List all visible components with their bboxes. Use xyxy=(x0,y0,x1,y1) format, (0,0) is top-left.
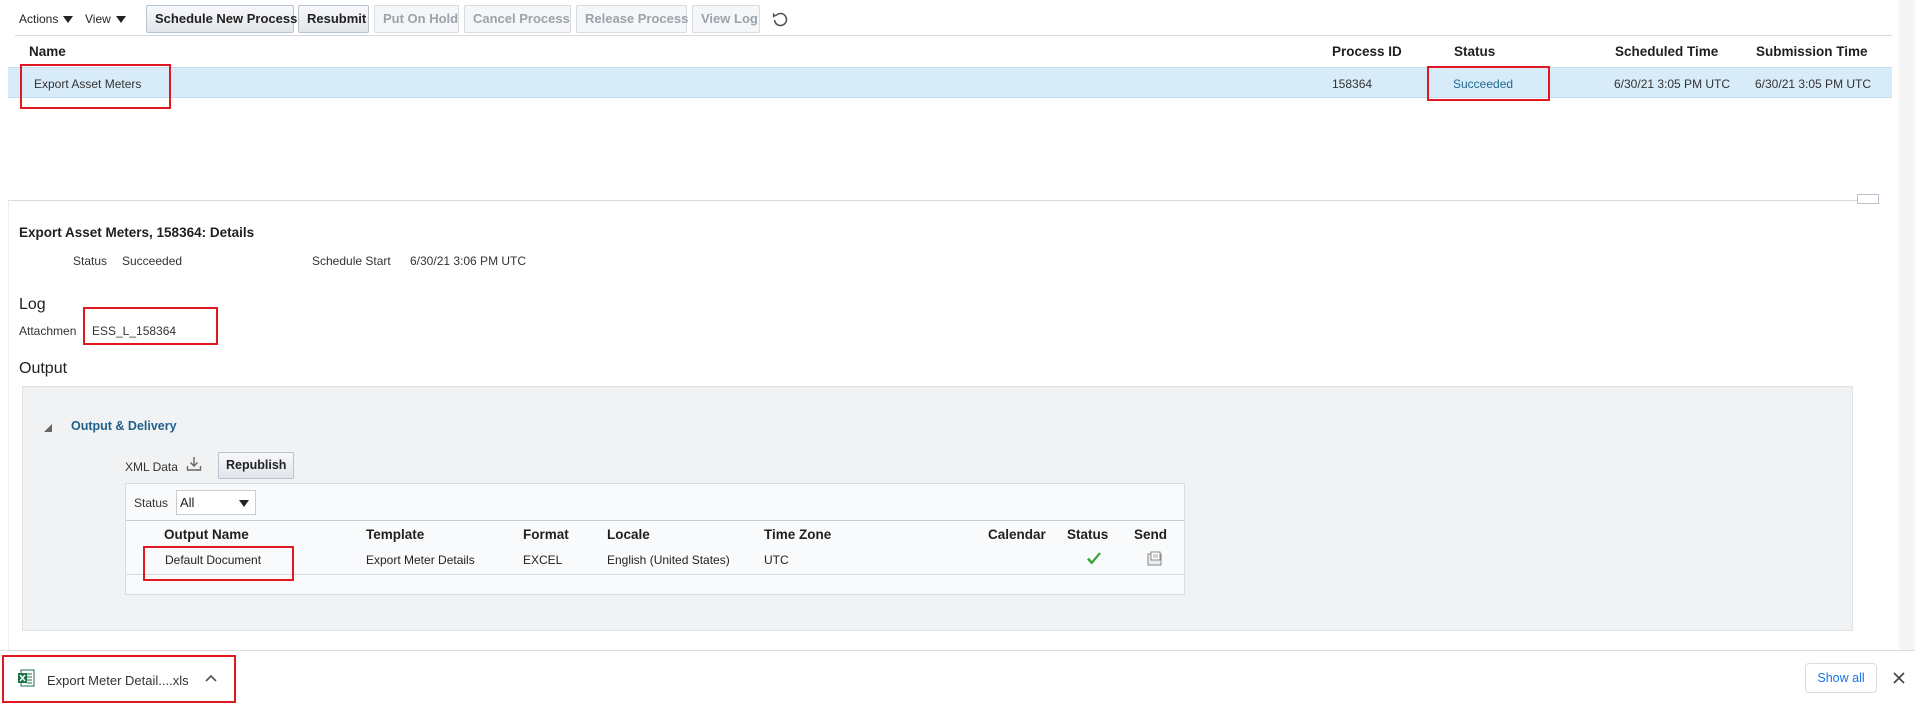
show-all-button[interactable]: Show all xyxy=(1805,663,1877,693)
highlight-box-status xyxy=(1427,66,1550,101)
vertical-scrollbar[interactable] xyxy=(1899,0,1915,650)
highlight-box-output-name xyxy=(143,546,294,581)
column-header-output-status: Status xyxy=(1067,527,1109,542)
splitter-collapse-icon[interactable] xyxy=(1857,194,1879,204)
submission-time-cell: 6/30/21 3:05 PM UTC xyxy=(1755,77,1872,91)
details-status-label: Status xyxy=(73,254,108,268)
template-cell: Export Meter Details xyxy=(366,553,475,567)
republish-button[interactable]: Republish xyxy=(218,452,295,479)
details-title: Export Asset Meters, 158364: Details xyxy=(19,225,255,240)
view-log-button[interactable]: View Log xyxy=(692,5,760,33)
status-filter-value: All xyxy=(180,495,195,510)
schedule-start-label: Schedule Start xyxy=(312,254,391,268)
schedule-new-process-button[interactable]: Schedule New Process xyxy=(146,5,297,33)
success-check-icon xyxy=(1085,550,1103,568)
format-cell: EXCEL xyxy=(523,553,563,567)
log-heading: Log xyxy=(19,296,46,313)
locale-cell: English (United States) xyxy=(607,553,730,567)
chevron-down-icon xyxy=(115,16,126,24)
column-header-template: Template xyxy=(366,527,425,542)
column-header-format: Format xyxy=(523,527,569,542)
details-status-value: Succeeded xyxy=(122,254,183,268)
highlight-box-process-name xyxy=(20,64,171,109)
send-icon[interactable] xyxy=(1147,551,1163,567)
table-row[interactable] xyxy=(8,67,1892,98)
resubmit-button[interactable]: Resubmit xyxy=(298,5,369,33)
xml-data-label: XML Data xyxy=(125,460,178,474)
view-menu[interactable]: View xyxy=(85,12,126,26)
table-top-border xyxy=(15,35,1892,36)
process-id-cell: 158364 xyxy=(1332,77,1373,91)
attachment-label: Attachmen xyxy=(19,324,77,338)
column-header-name[interactable]: Name xyxy=(29,44,66,59)
actions-menu[interactable]: Actions xyxy=(19,12,74,26)
view-menu-label: View xyxy=(85,12,111,26)
output-delivery-header[interactable]: Output & Delivery xyxy=(71,419,177,433)
output-heading: Output xyxy=(19,360,68,377)
column-header-status[interactable]: Status xyxy=(1454,44,1495,59)
release-process-button[interactable]: Release Process xyxy=(576,5,688,33)
column-header-send: Send xyxy=(1134,527,1168,542)
highlight-box-attachment xyxy=(83,307,218,345)
cancel-process-button[interactable]: Cancel Process xyxy=(464,5,571,33)
time-zone-cell: UTC xyxy=(764,553,789,567)
column-header-submission-time[interactable]: Submission Time xyxy=(1756,44,1868,59)
actions-menu-label: Actions xyxy=(19,12,59,26)
download-icon[interactable] xyxy=(186,456,202,472)
chevron-down-icon xyxy=(239,500,249,507)
column-header-locale: Locale xyxy=(607,527,650,542)
close-icon[interactable] xyxy=(1892,671,1906,685)
column-header-calendar: Calendar xyxy=(988,527,1046,542)
download-bar xyxy=(0,650,1915,707)
status-filter-select[interactable]: All xyxy=(176,490,256,515)
status-filter-label: Status xyxy=(134,496,169,510)
chevron-down-icon xyxy=(63,16,74,24)
scheduled-time-cell: 6/30/21 3:05 PM UTC xyxy=(1614,77,1731,91)
refresh-icon[interactable] xyxy=(770,9,790,29)
highlight-box-download xyxy=(2,655,236,703)
column-header-process-id[interactable]: Process ID xyxy=(1332,44,1402,59)
column-header-time-zone: Time Zone xyxy=(764,527,832,542)
collapse-triangle-icon[interactable] xyxy=(43,422,53,432)
column-header-output-name: Output Name xyxy=(164,527,249,542)
column-header-scheduled-time[interactable]: Scheduled Time xyxy=(1615,44,1718,59)
output-table-divider xyxy=(126,520,1184,521)
schedule-start-value: 6/30/21 3:06 PM UTC xyxy=(410,254,527,268)
put-on-hold-button[interactable]: Put On Hold xyxy=(374,5,459,33)
